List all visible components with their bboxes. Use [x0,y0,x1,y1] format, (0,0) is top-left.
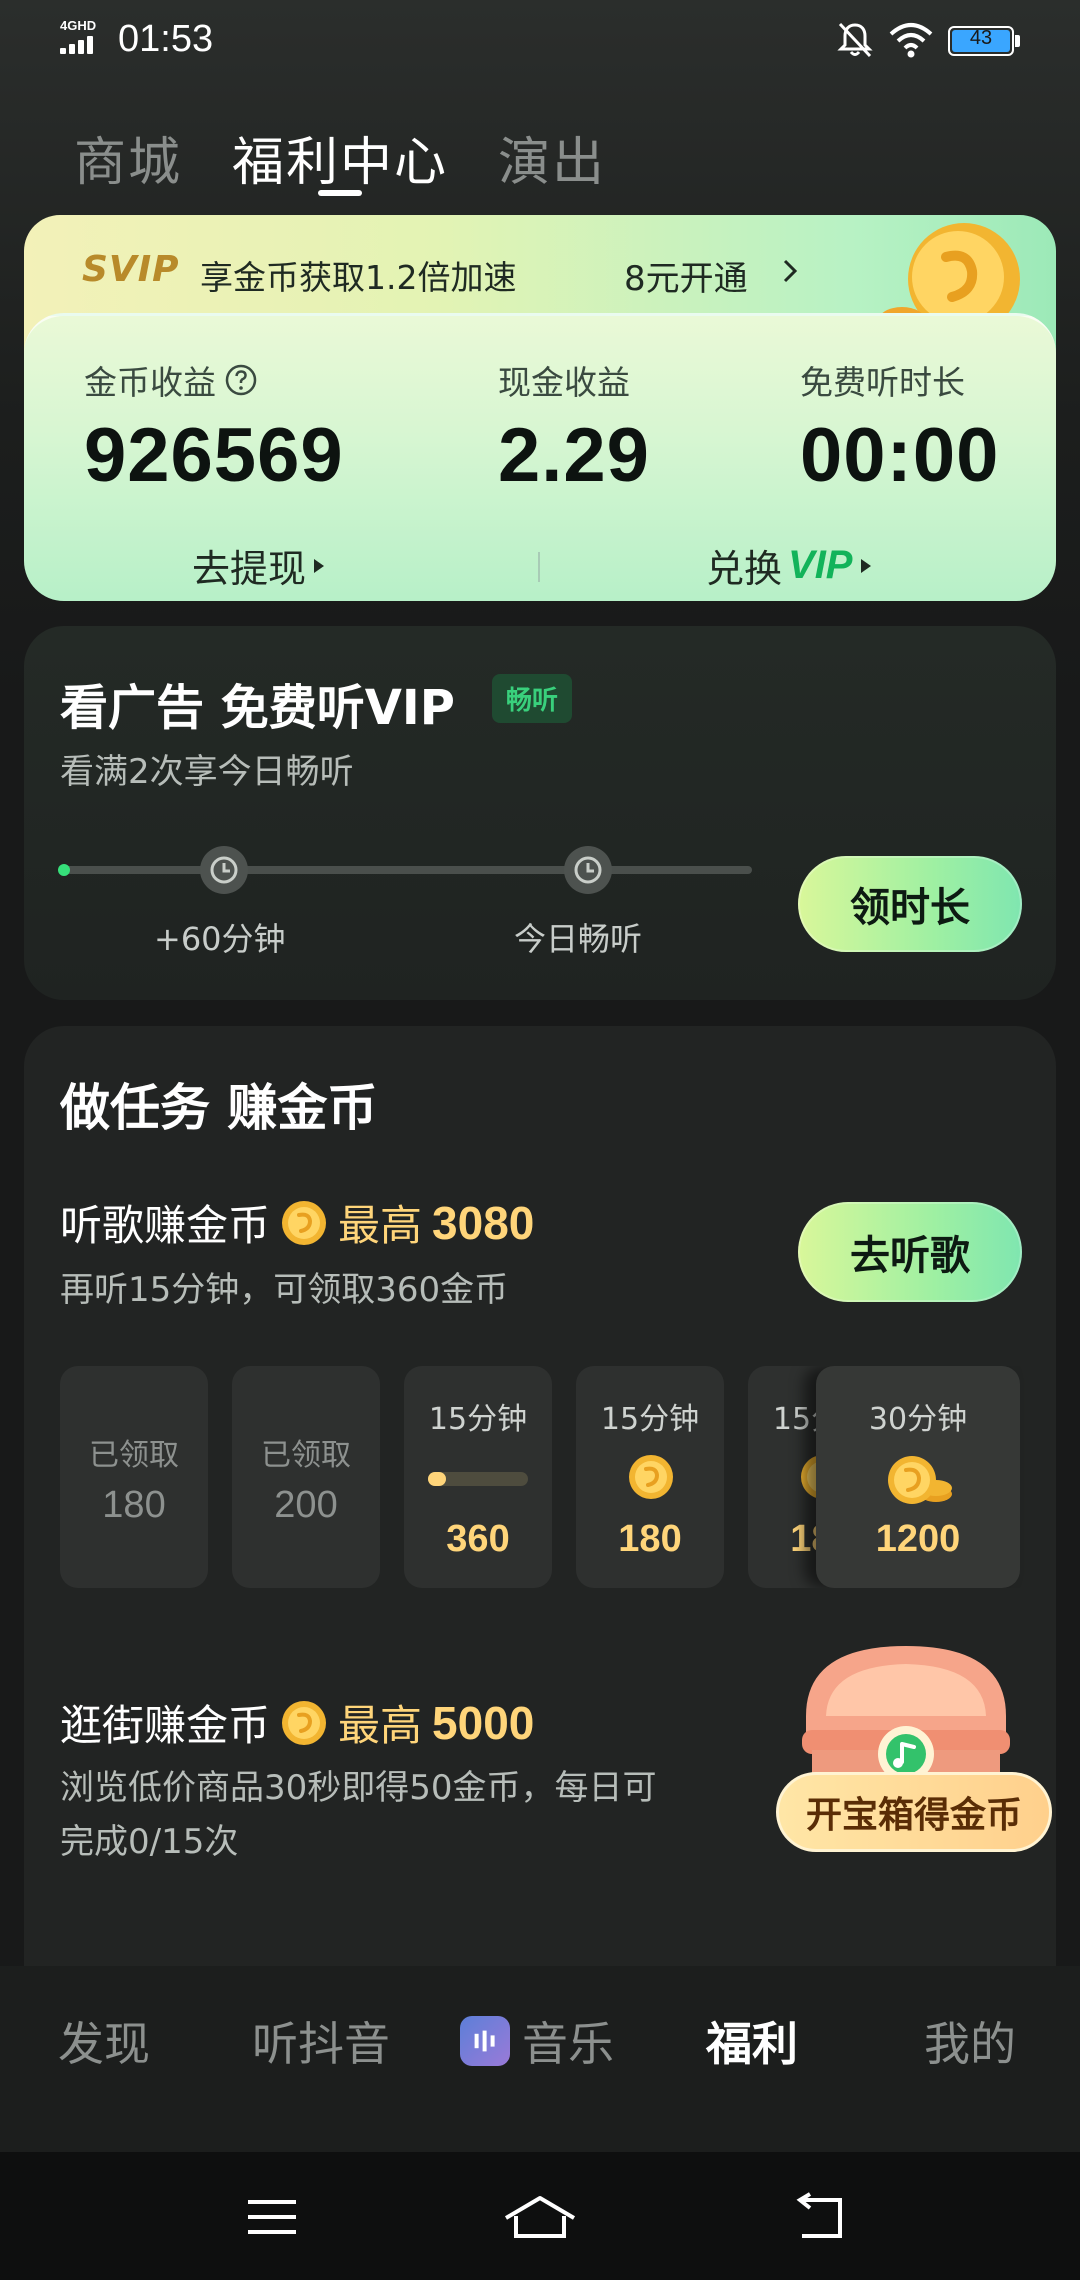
withdraw-link[interactable]: 去提现 [192,538,326,593]
system-navigation-bar [0,2152,1080,2280]
free-listen-label: 免费听时长 [800,363,965,402]
ad-progress-track [62,866,752,874]
coin-stack-icon [888,1456,952,1504]
coin-icon [282,1700,327,1745]
wifi-icon [889,23,933,58]
triangle-right-icon [314,558,325,573]
coin-earnings-label: 金币收益 [84,363,216,402]
help-icon[interactable] [224,363,258,397]
reward-tile: 已领取 180 [60,1366,208,1588]
svip-text: 享金币获取1.2倍加速 [200,258,517,297]
tab-welfare-center[interactable]: 福利中心 [232,120,448,195]
ad-badge: 畅听 [492,674,573,723]
clock-icon [200,846,248,894]
coin-earnings[interactable]: 金币收益 926569 [84,356,344,499]
free-listen-time[interactable]: 免费听时长 00:00 [800,356,999,499]
reward-tile: 已领取 200 [232,1366,380,1588]
active-tab-indicator [318,190,362,196]
shop-task-title: 逛街赚金币 最高 5000 [60,1692,534,1753]
bottom-navigation: 发现 听抖音 音乐 福利 我的 [0,1966,1080,2152]
tasks-card: 做任务 赚金币 听歌赚金币 最高 3080 再听15分钟，可领取360金币 去听… [24,1026,1056,1966]
listen-task-subtitle: 再听15分钟，可领取360金币 [60,1270,509,1310]
claim-time-button[interactable]: 领时长 [798,856,1022,952]
back-icon[interactable] [792,2192,852,2242]
ad-card-title: 看广告 免费听VIP [60,680,455,736]
shop-task-label: 逛街赚金币 [60,1701,271,1750]
listen-reward-tiles: 已领取 180 已领取 200 15分钟 360 15分钟 180 15分钟 1… [60,1366,1040,1588]
earnings-panel: 金币收益 926569 现金收益 2.29 免费听时长 00:00 去提现 兑换… [24,313,1056,601]
clock-icon [564,846,612,894]
status-time: 01:53 [118,18,214,60]
reward-tile[interactable]: 15分钟 180 [576,1366,724,1588]
coin-icon [282,1200,327,1245]
ad-progress-fill [58,864,70,876]
cash-earnings-value: 2.29 [498,413,650,498]
tile-amount: 200 [274,1484,338,1526]
divider [538,552,540,582]
svip-tag: SVIP [82,249,180,290]
battery-level: 43 [969,27,993,49]
tile-amount: 180 [618,1518,682,1560]
ad-free-vip-card: 看广告 免费听VIP 畅听 看满2次享今日畅听 +60分钟 今日畅听 领时长 [24,626,1056,1000]
svip-open-link[interactable]: 8元开通 [624,251,748,300]
go-listen-button[interactable]: 去听歌 [798,1202,1022,1302]
nav-music-label: 音乐 [522,2017,614,2071]
tile-duration: 15分钟 [428,1402,528,1437]
tile-progress-bar [428,1472,528,1486]
tile-amount: 180 [102,1484,166,1526]
tile-duration: 15分钟 [600,1402,700,1437]
cash-earnings[interactable]: 现金收益 2.29 [498,356,650,499]
menu-icon[interactable] [242,2192,302,2242]
exchange-label: 兑换 [706,547,783,591]
shop-task-subtitle-2: 完成0/15次 [60,1822,239,1862]
svip-earnings-card: SVIP 享金币获取1.2倍加速 8元开通 金币收益 926569 现金收益 2… [24,215,1056,601]
battery-icon: 43 [948,26,1020,56]
listen-max-value: 3080 [432,1196,535,1249]
tab-shows[interactable]: 演出 [498,120,606,195]
nav-welfare[interactable]: 福利 [706,2008,798,2074]
music-icon [460,2016,510,2066]
free-listen-value: 00:00 [800,413,1000,498]
home-icon[interactable] [500,2192,580,2242]
listen-task-title: 听歌赚金币 最高 3080 [60,1192,534,1253]
coin-icon [629,1455,673,1499]
cash-earnings-label: 现金收益 [498,363,630,402]
coin-earnings-value: 926569 [84,413,344,498]
tile-amount: 1200 [875,1518,961,1560]
shop-max-label: 最高 [338,1701,423,1750]
shop-task-subtitle-1: 浏览低价商品30秒即得50金币，每日可 [60,1768,657,1808]
nav-mine[interactable]: 我的 [924,2008,1016,2074]
listen-max-label: 最高 [338,1201,423,1250]
node-label-today: 今日畅听 [514,920,643,958]
tab-mall[interactable]: 商城 [74,120,182,195]
exchange-vip-link[interactable]: 兑换 VIP [706,538,873,593]
tile-duration: 30分钟 [868,1402,968,1437]
tile-status: 已领取 [261,1438,351,1473]
triangle-right-icon [860,558,871,573]
network-type: 4GHD [60,18,97,33]
open-chest-button[interactable]: 开宝箱得金币 [776,1772,1052,1852]
shop-max-value: 5000 [432,1696,535,1749]
status-bar: 4GHD 01:53 43 [0,0,1080,90]
exchange-vip-label: VIP [788,543,853,587]
nav-music[interactable]: 音乐 [460,2008,614,2074]
signal-icon: 4GHD [60,18,104,56]
chevron-right-icon [783,259,798,283]
withdraw-label: 去提现 [192,547,307,591]
tasks-title: 做任务 赚金币 [60,1079,378,1137]
nav-listen-douyin[interactable]: 听抖音 [252,2008,390,2074]
top-tabs: 商城 福利中心 演出 [74,120,606,195]
tile-status: 已领取 [89,1438,179,1473]
nav-discover[interactable]: 发现 [58,2008,150,2074]
mute-icon [837,22,873,58]
tile-amount: 360 [446,1518,510,1560]
reward-tile[interactable]: 15分钟 360 [404,1366,552,1588]
reward-tile-large[interactable]: 30分钟 1200 [816,1366,1020,1588]
node-label-60min: +60分钟 [154,920,286,958]
listen-task-label: 听歌赚金币 [60,1201,271,1250]
ad-card-subtitle: 看满2次享今日畅听 [60,752,354,792]
